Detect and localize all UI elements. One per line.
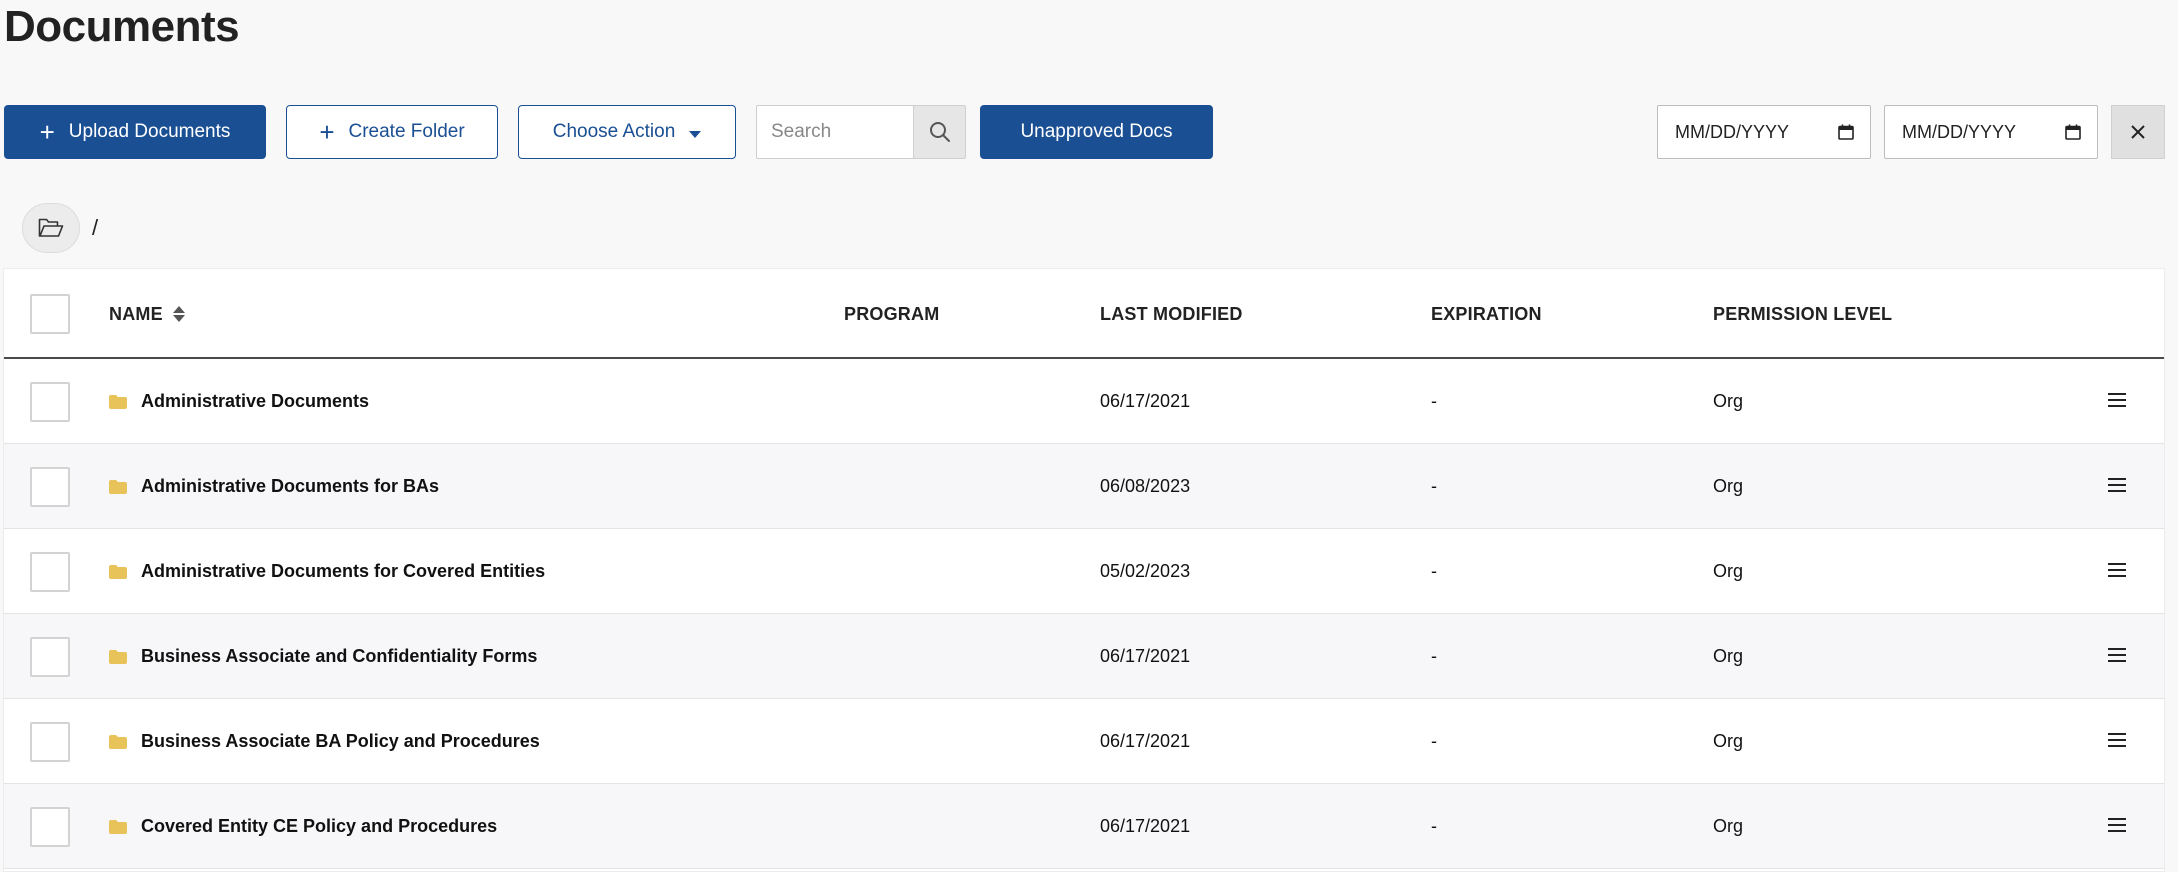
date-to-field[interactable]: MM/DD/YYYY xyxy=(1884,105,2098,159)
permission-cell: Org xyxy=(1713,476,1744,496)
choose-action-label: Choose Action xyxy=(552,121,676,142)
expiration-cell: - xyxy=(1431,476,1437,496)
expiration-cell: - xyxy=(1431,646,1437,666)
create-folder-label: Create Folder xyxy=(348,121,465,142)
permission-cell: Org xyxy=(1713,646,1744,666)
select-all-checkbox[interactable] xyxy=(30,294,70,334)
breadcrumb-root-button[interactable] xyxy=(22,203,80,253)
plus-icon: + xyxy=(39,117,55,147)
permission-cell: Org xyxy=(1713,816,1744,836)
last-modified-cell: 06/17/2021 xyxy=(1100,391,1191,411)
last-modified-cell: 06/17/2021 xyxy=(1100,816,1191,836)
row-menu-icon[interactable] xyxy=(2108,644,2126,666)
upload-documents-label: Upload Documents xyxy=(68,121,231,142)
permission-cell: Org xyxy=(1713,391,1744,411)
expiration-cell: - xyxy=(1431,561,1437,581)
folder-icon xyxy=(109,819,127,834)
search-button[interactable] xyxy=(913,106,965,158)
last-modified-cell: 06/17/2021 xyxy=(1100,646,1191,666)
page-title: Documents xyxy=(4,2,240,51)
table-row[interactable]: Covered Entity CE Policy and Procedures … xyxy=(4,784,2164,869)
row-name: Business Associate and Confidentiality F… xyxy=(141,646,538,666)
calendar-icon xyxy=(2065,124,2081,140)
table-row[interactable]: Administrative Documents for Covered Ent… xyxy=(4,529,2164,614)
name-cell[interactable]: Covered Entity CE Policy and Procedures xyxy=(109,784,497,869)
unapproved-docs-label: Unapproved Docs xyxy=(1020,121,1173,142)
permission-cell: Org xyxy=(1713,561,1744,581)
choose-action-dropdown[interactable]: Choose Action xyxy=(518,105,736,159)
row-checkbox[interactable] xyxy=(30,382,70,422)
date-from-placeholder: MM/DD/YYYY xyxy=(1675,121,1790,142)
expiration-cell: - xyxy=(1431,816,1437,836)
date-to-placeholder: MM/DD/YYYY xyxy=(1902,121,2017,142)
breadcrumb-separator: / xyxy=(92,215,99,240)
row-checkbox[interactable] xyxy=(30,807,70,847)
name-cell[interactable]: Administrative Documents for Covered Ent… xyxy=(109,529,545,614)
last-modified-cell: 05/02/2023 xyxy=(1100,561,1191,581)
column-permission-header: PERMISSION LEVEL xyxy=(1713,303,1893,324)
row-checkbox[interactable] xyxy=(30,467,70,507)
calendar-icon xyxy=(1838,124,1854,140)
row-name: Administrative Documents for Covered Ent… xyxy=(141,561,546,581)
unapproved-docs-button[interactable]: Unapproved Docs xyxy=(980,105,1213,159)
row-name: Administrative Documents xyxy=(141,391,370,411)
sort-icon[interactable] xyxy=(172,306,185,322)
table-row[interactable]: Administrative Documents for BAs 06/08/2… xyxy=(4,444,2164,529)
folder-icon xyxy=(109,479,127,494)
folder-icon xyxy=(109,564,127,579)
clear-dates-button[interactable] xyxy=(2111,105,2165,159)
search-box xyxy=(756,105,966,159)
column-name-header[interactable]: NAME xyxy=(109,269,185,359)
last-modified-cell: 06/17/2021 xyxy=(1100,731,1191,751)
name-cell[interactable]: Administrative Documents for BAs xyxy=(109,444,439,529)
last-modified-cell: 06/08/2023 xyxy=(1100,476,1191,496)
row-menu-icon[interactable] xyxy=(2108,559,2126,581)
close-icon xyxy=(2131,125,2145,139)
folder-icon xyxy=(109,394,127,409)
expiration-cell: - xyxy=(1431,731,1437,751)
table-row[interactable]: Business Associate BA Policy and Procedu… xyxy=(4,699,2164,784)
toolbar: + Upload Documents + Create Folder Choos… xyxy=(0,105,2178,159)
create-folder-button[interactable]: + Create Folder xyxy=(286,105,498,159)
upload-documents-button[interactable]: + Upload Documents xyxy=(4,105,266,159)
name-cell[interactable]: Business Associate and Confidentiality F… xyxy=(109,614,537,699)
row-menu-icon[interactable] xyxy=(2108,389,2126,411)
folder-icon xyxy=(109,649,127,664)
name-cell[interactable]: Business Associate BA Policy and Procedu… xyxy=(109,699,540,784)
row-menu-icon[interactable] xyxy=(2108,814,2126,836)
breadcrumb: / xyxy=(22,203,98,253)
row-name: Business Associate BA Policy and Procedu… xyxy=(141,731,540,751)
table-header: NAME PROGRAM LAST MODIFIED EXPIRATION PE… xyxy=(4,269,2164,359)
column-name-label: NAME xyxy=(109,303,163,324)
documents-table: NAME PROGRAM LAST MODIFIED EXPIRATION PE… xyxy=(3,268,2165,872)
row-checkbox[interactable] xyxy=(30,637,70,677)
row-name: Covered Entity CE Policy and Procedures xyxy=(141,816,498,836)
column-last-modified-header: LAST MODIFIED xyxy=(1100,303,1243,324)
column-program-header: PROGRAM xyxy=(844,303,940,324)
folder-icon xyxy=(109,734,127,749)
search-input[interactable] xyxy=(757,106,913,158)
table-row[interactable]: Business Associate and Confidentiality F… xyxy=(4,614,2164,699)
open-folder-icon xyxy=(38,218,64,237)
caret-down-icon xyxy=(689,130,702,138)
row-checkbox[interactable] xyxy=(30,552,70,592)
row-menu-icon[interactable] xyxy=(2108,474,2126,496)
row-checkbox[interactable] xyxy=(30,722,70,762)
search-icon xyxy=(929,122,950,142)
row-menu-icon[interactable] xyxy=(2108,729,2126,751)
table-row[interactable]: Administrative Documents 06/17/2021 - Or… xyxy=(4,359,2164,444)
name-cell[interactable]: Administrative Documents xyxy=(109,359,369,444)
expiration-cell: - xyxy=(1431,391,1437,411)
date-from-field[interactable]: MM/DD/YYYY xyxy=(1657,105,1871,159)
row-name: Administrative Documents for BAs xyxy=(141,476,440,496)
column-expiration-header: EXPIRATION xyxy=(1431,303,1542,324)
plus-icon: + xyxy=(319,117,335,147)
permission-cell: Org xyxy=(1713,731,1744,751)
